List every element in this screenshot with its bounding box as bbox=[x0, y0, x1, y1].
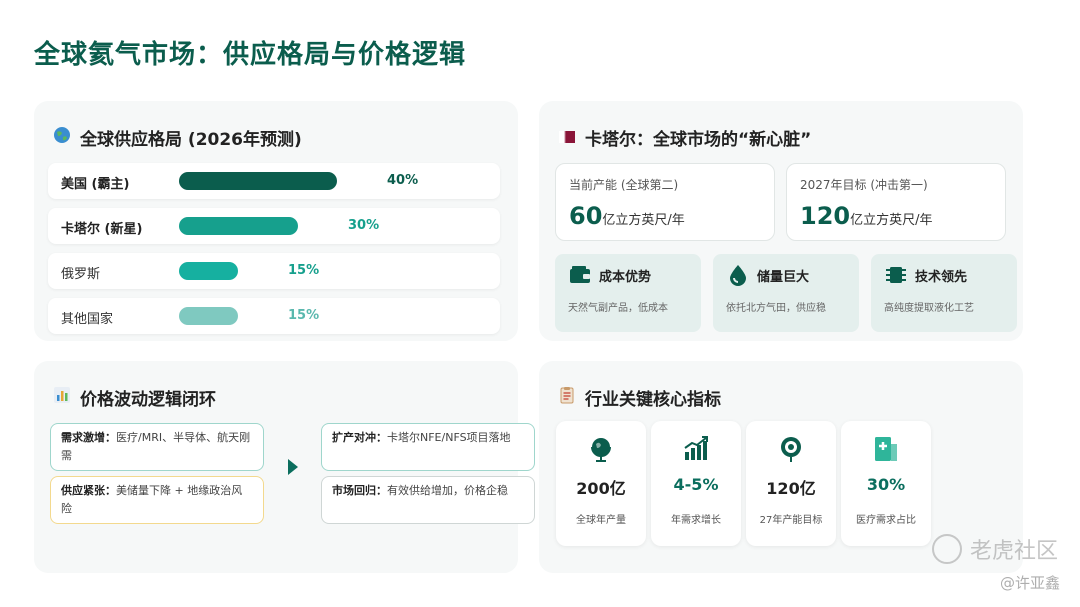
advantage-desc: 依托北方气田，供应稳 bbox=[726, 303, 826, 314]
logic-market: 市场回归：有效供给增加，价格企稳 bbox=[321, 476, 535, 524]
supply-row-pct: 15% bbox=[288, 308, 320, 323]
kpi-value: 200亿 bbox=[576, 479, 626, 498]
globe-icon bbox=[52, 126, 72, 149]
stat-value-line: 120亿立方英尺/年 bbox=[800, 202, 933, 230]
indicators-card-title: 行业关键核心指标 bbox=[557, 385, 721, 410]
kpi-value: 30% bbox=[866, 475, 906, 494]
drop-icon bbox=[726, 263, 750, 287]
kpi-label: 27年产能目标 bbox=[759, 515, 823, 526]
wallet-icon bbox=[568, 263, 592, 287]
chip-icon bbox=[884, 263, 908, 287]
supply-bar bbox=[179, 217, 298, 235]
price-card-title: 价格波动逻辑闭环 bbox=[52, 385, 216, 410]
advantage-reserves: 储量巨大 依托北方气田，供应稳 bbox=[713, 254, 859, 332]
supply-row-label: 其他国家 bbox=[61, 312, 114, 327]
supply-card: 全球供应格局 (2026年预测) 美国 (霸主) 40% 卡塔尔 (新星) 30… bbox=[34, 101, 518, 341]
advantage-tech: 技术领先 高纯度提取液化工艺 bbox=[871, 254, 1017, 332]
qatar-flag-icon bbox=[557, 128, 577, 148]
advantage-desc: 高纯度提取液化工艺 bbox=[884, 303, 974, 314]
page-title: 全球氦气市场：供应格局与价格逻辑 bbox=[34, 40, 467, 70]
community-logo-icon bbox=[931, 534, 962, 564]
watermark: 老虎社区 bbox=[931, 533, 1058, 565]
price-logic-card: 价格波动逻辑闭环 需求激增：医疗/MRI、半导体、航天刚需 供应紧张：美储量下降… bbox=[34, 361, 535, 573]
advantage-title: 技术领先 bbox=[915, 270, 968, 285]
qatar-card-title: 卡塔尔：全球市场的“新心脏” bbox=[557, 125, 811, 150]
supply-row-russia: 俄罗斯 15% bbox=[48, 253, 500, 289]
advantage-title: 储量巨大 bbox=[757, 270, 810, 285]
logic-text: 有效供给增加，价格企稳 bbox=[387, 484, 508, 497]
advantage-desc: 天然气副产品，低成本 bbox=[568, 303, 668, 314]
logic-head: 供应紧张： bbox=[61, 484, 116, 497]
kpi-label: 全球年产量 bbox=[576, 515, 626, 526]
kpi-global-output: 200亿 全球年产量 bbox=[556, 421, 646, 546]
logic-supply: 供应紧张：美储量下降 + 地缘政治风险 bbox=[50, 476, 264, 524]
supply-row-label: 卡塔尔 (新星) bbox=[61, 222, 143, 237]
medical-icon bbox=[872, 435, 900, 463]
supply-row-label: 美国 (霸主) bbox=[61, 177, 130, 192]
watermark-text: 老虎社区 bbox=[969, 539, 1058, 564]
bar-chart-icon bbox=[52, 386, 72, 409]
target-icon bbox=[777, 435, 805, 463]
kpi-value: 120亿 bbox=[766, 479, 816, 498]
stat-unit: 亿立方英尺/年 bbox=[850, 213, 933, 228]
clipboard-icon bbox=[557, 386, 577, 409]
kpi-demand-growth: 4-5% 年需求增长 bbox=[651, 421, 741, 546]
supply-row-qatar: 卡塔尔 (新星) 30% bbox=[48, 208, 500, 244]
growth-chart-icon bbox=[682, 435, 710, 463]
supply-bar bbox=[179, 262, 238, 280]
advantage-cost: 成本优势 天然气副产品，低成本 bbox=[555, 254, 701, 332]
qatar-card: 卡塔尔：全球市场的“新心脏” 当前产能 (全球第二) 60亿立方英尺/年 202… bbox=[539, 101, 1023, 341]
supply-row-pct: 15% bbox=[288, 263, 320, 278]
logic-head: 扩产对冲： bbox=[332, 431, 387, 444]
kpi-medical-share: 30% 医疗需求占比 bbox=[841, 421, 931, 546]
kpi-capacity-target: 120亿 27年产能目标 bbox=[746, 421, 836, 546]
supply-row-usa: 美国 (霸主) 40% bbox=[48, 163, 500, 199]
supply-row-pct: 40% bbox=[387, 173, 419, 188]
logic-expansion: 扩产对冲：卡塔尔NFE/NFS项目落地 bbox=[321, 423, 535, 471]
author-tag: @许亚鑫 bbox=[999, 574, 1060, 592]
kpi-label: 医疗需求占比 bbox=[856, 515, 916, 526]
arrow-right-icon bbox=[288, 459, 298, 475]
kpi-label: 年需求增长 bbox=[671, 515, 721, 526]
stat-value-line: 60亿立方英尺/年 bbox=[569, 202, 685, 230]
stat-label: 当前产能 (全球第二) bbox=[569, 178, 679, 192]
stat-label: 2027年目标 (冲击第一) bbox=[800, 178, 928, 192]
stat-unit: 亿立方英尺/年 bbox=[602, 213, 685, 228]
logic-head: 需求激增： bbox=[61, 431, 116, 444]
supply-bar bbox=[179, 172, 337, 190]
logic-head: 市场回归： bbox=[332, 484, 387, 497]
supply-row-label: 俄罗斯 bbox=[61, 267, 101, 282]
globe-stand-icon bbox=[587, 435, 615, 463]
stat-value: 120 bbox=[800, 202, 851, 230]
stat-value: 60 bbox=[569, 202, 603, 230]
logic-text: 卡塔尔NFE/NFS项目落地 bbox=[387, 431, 511, 444]
logic-demand: 需求激增：医疗/MRI、半导体、航天刚需 bbox=[50, 423, 264, 471]
capacity-target-box: 2027年目标 (冲击第一) 120亿立方英尺/年 bbox=[786, 163, 1006, 241]
supply-card-title: 全球供应格局 (2026年预测) bbox=[52, 125, 302, 150]
kpi-value: 4-5% bbox=[673, 475, 719, 494]
advantage-title: 成本优势 bbox=[599, 270, 652, 285]
supply-row-others: 其他国家 15% bbox=[48, 298, 500, 334]
capacity-current-box: 当前产能 (全球第二) 60亿立方英尺/年 bbox=[555, 163, 775, 241]
supply-row-pct: 30% bbox=[348, 218, 380, 233]
supply-bar bbox=[179, 307, 238, 325]
